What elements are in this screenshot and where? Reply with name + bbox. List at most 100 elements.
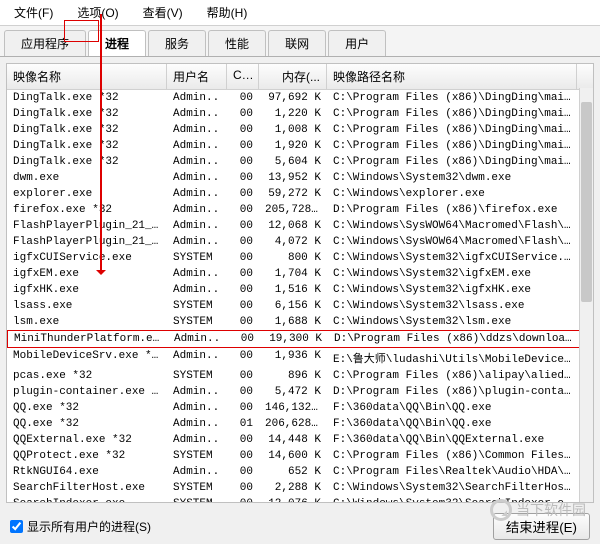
table-row[interactable]: QQ.exe *32Admin..01206,628 KF:\360data\Q…: [7, 416, 593, 432]
table-row[interactable]: FlashPlayerPlugin_21_0_0...Admin..004,07…: [7, 234, 593, 250]
process-path: C:\Program Files (x86)\DingDing\main\cu.…: [327, 123, 577, 137]
tab-2[interactable]: 服务: [148, 30, 206, 56]
process-mem: 652 K: [259, 465, 327, 479]
process-cpu: 00: [227, 203, 259, 217]
process-mem: 97,692 K: [259, 91, 327, 105]
table-row[interactable]: SearchFilterHost.exeSYSTEM002,288 KC:\Wi…: [7, 480, 593, 496]
process-mem: 1,516 K: [259, 283, 327, 297]
table-body: DingTalk.exe *32Admin..0097,692 KC:\Prog…: [7, 90, 593, 503]
process-name: SearchFilterHost.exe: [7, 481, 167, 495]
process-path: C:\Windows\System32\SearchIndexer.exe: [327, 497, 577, 503]
table-row[interactable]: DingTalk.exe *32Admin..0097,692 KC:\Prog…: [7, 90, 593, 106]
tab-4[interactable]: 联网: [268, 30, 326, 56]
menu-view[interactable]: 查看(V): [137, 2, 189, 23]
process-cpu: 00: [227, 91, 259, 105]
process-path: C:\Program Files (x86)\DingDing\main\cu.…: [327, 155, 577, 169]
table-row[interactable]: RtkNGUI64.exeAdmin..00652 KC:\Program Fi…: [7, 464, 593, 480]
menu-options[interactable]: 选项(O): [71, 2, 124, 23]
menu-file[interactable]: 文件(F): [8, 2, 59, 23]
table-row[interactable]: igfxHK.exeAdmin..001,516 KC:\Windows\Sys…: [7, 282, 593, 298]
show-all-checkbox-input[interactable]: [10, 520, 23, 533]
col-header-path[interactable]: 映像路径名称: [327, 64, 577, 89]
table-row[interactable]: pcas.exe *32SYSTEM00896 KC:\Program File…: [7, 368, 593, 384]
process-user: Admin..: [167, 91, 227, 105]
table-row[interactable]: FlashPlayerPlugin_21_0_0...Admin..0012,0…: [7, 218, 593, 234]
col-header-cpu[interactable]: CPU: [227, 64, 259, 89]
process-name: dwm.exe: [7, 171, 167, 185]
process-cpu: 00: [227, 139, 259, 153]
process-mem: 146,132 K: [259, 401, 327, 415]
process-user: Admin..: [167, 401, 227, 415]
process-mem: 5,604 K: [259, 155, 327, 169]
col-header-name[interactable]: 映像名称: [7, 64, 167, 89]
table-row[interactable]: DingTalk.exe *32Admin..001,920 KC:\Progr…: [7, 138, 593, 154]
process-user: Admin..: [167, 465, 227, 479]
process-name: pcas.exe *32: [7, 369, 167, 383]
process-mem: 5,472 K: [259, 385, 327, 399]
process-mem: 12,076 K: [259, 497, 327, 503]
vertical-scrollbar[interactable]: [579, 88, 593, 502]
tab-3[interactable]: 性能: [208, 30, 266, 56]
process-mem: 1,936 K: [259, 349, 327, 367]
tab-5[interactable]: 用户: [328, 30, 386, 56]
process-user: Admin..: [167, 433, 227, 447]
process-user: Admin..: [167, 203, 227, 217]
process-user: Admin..: [167, 187, 227, 201]
process-user: SYSTEM: [167, 481, 227, 495]
process-mem: 2,288 K: [259, 481, 327, 495]
process-user: SYSTEM: [167, 251, 227, 265]
process-name: DingTalk.exe *32: [7, 107, 167, 121]
process-user: SYSTEM: [167, 315, 227, 329]
process-mem: 800 K: [259, 251, 327, 265]
scroll-thumb[interactable]: [581, 102, 592, 302]
process-mem: 205,728 K: [259, 203, 327, 217]
process-path: C:\Windows\System32\igfxCUIService.exe: [327, 251, 577, 265]
table-row[interactable]: MobileDeviceSrv.exe *32Admin..001,936 KE…: [7, 348, 593, 368]
process-mem: 896 K: [259, 369, 327, 383]
table-row[interactable]: igfxCUIService.exeSYSTEM00800 KC:\Window…: [7, 250, 593, 266]
process-user: Admin..: [168, 332, 228, 346]
table-row[interactable]: dwm.exeAdmin..0013,952 KC:\Windows\Syste…: [7, 170, 593, 186]
table-row[interactable]: plugin-container.exe *32Admin..005,472 K…: [7, 384, 593, 400]
table-row[interactable]: explorer.exeAdmin..0059,272 KC:\Windows\…: [7, 186, 593, 202]
process-table: 映像名称 用户名 CPU 内存(... 映像路径名称 DingTalk.exe …: [6, 63, 594, 503]
table-row[interactable]: lsm.exeSYSTEM001,688 KC:\Windows\System3…: [7, 314, 593, 330]
process-cpu: 00: [227, 235, 259, 249]
table-row[interactable]: lsass.exeSYSTEM006,156 KC:\Windows\Syste…: [7, 298, 593, 314]
process-name: igfxEM.exe: [7, 267, 167, 281]
end-process-button[interactable]: 结束进程(E): [493, 513, 590, 540]
table-row[interactable]: MiniThunderPlatform.exe *32Admin..0019,3…: [7, 330, 593, 348]
process-cpu: 00: [227, 481, 259, 495]
table-row[interactable]: igfxEM.exeAdmin..001,704 KC:\Windows\Sys…: [7, 266, 593, 282]
process-path: C:\Windows\SysWOW64\Macromed\Flash\Flas.…: [327, 235, 577, 249]
process-name: DingTalk.exe *32: [7, 155, 167, 169]
process-name: SearchIndexer.exe: [7, 497, 167, 503]
table-row[interactable]: DingTalk.exe *32Admin..001,008 KC:\Progr…: [7, 122, 593, 138]
tab-0[interactable]: 应用程序: [4, 30, 86, 56]
table-row[interactable]: DingTalk.exe *32Admin..005,604 KC:\Progr…: [7, 154, 593, 170]
process-user: SYSTEM: [167, 497, 227, 503]
process-name: RtkNGUI64.exe: [7, 465, 167, 479]
process-path: E:\鲁大师\ludashi\Utils\MobileDeviceSrv..: [327, 349, 577, 367]
table-row[interactable]: firefox.exe *32Admin..00205,728 KD:\Prog…: [7, 202, 593, 218]
table-row[interactable]: DingTalk.exe *32Admin..001,220 KC:\Progr…: [7, 106, 593, 122]
table-row[interactable]: QQ.exe *32Admin..00146,132 KF:\360data\Q…: [7, 400, 593, 416]
process-name: MobileDeviceSrv.exe *32: [7, 349, 167, 367]
show-all-users-checkbox[interactable]: 显示所有用户的进程(S): [10, 518, 151, 535]
process-mem: 1,704 K: [259, 267, 327, 281]
tab-1[interactable]: 进程: [88, 30, 146, 56]
process-cpu: 00: [227, 187, 259, 201]
menu-help[interactable]: 帮助(H): [201, 2, 254, 23]
table-row[interactable]: SearchIndexer.exeSYSTEM0012,076 KC:\Wind…: [7, 496, 593, 503]
show-all-label: 显示所有用户的进程(S): [27, 518, 151, 535]
process-name: MiniThunderPlatform.exe *32: [8, 332, 168, 346]
process-mem: 12,068 K: [259, 219, 327, 233]
process-mem: 206,628 K: [259, 417, 327, 431]
process-mem: 59,272 K: [259, 187, 327, 201]
table-row[interactable]: QQExternal.exe *32Admin..0014,448 KF:\36…: [7, 432, 593, 448]
col-header-user[interactable]: 用户名: [167, 64, 227, 89]
col-header-mem[interactable]: 内存(...: [259, 64, 327, 89]
process-name: QQ.exe *32: [7, 417, 167, 431]
process-name: DingTalk.exe *32: [7, 139, 167, 153]
table-row[interactable]: QQProtect.exe *32SYSTEM0014,600 KC:\Prog…: [7, 448, 593, 464]
